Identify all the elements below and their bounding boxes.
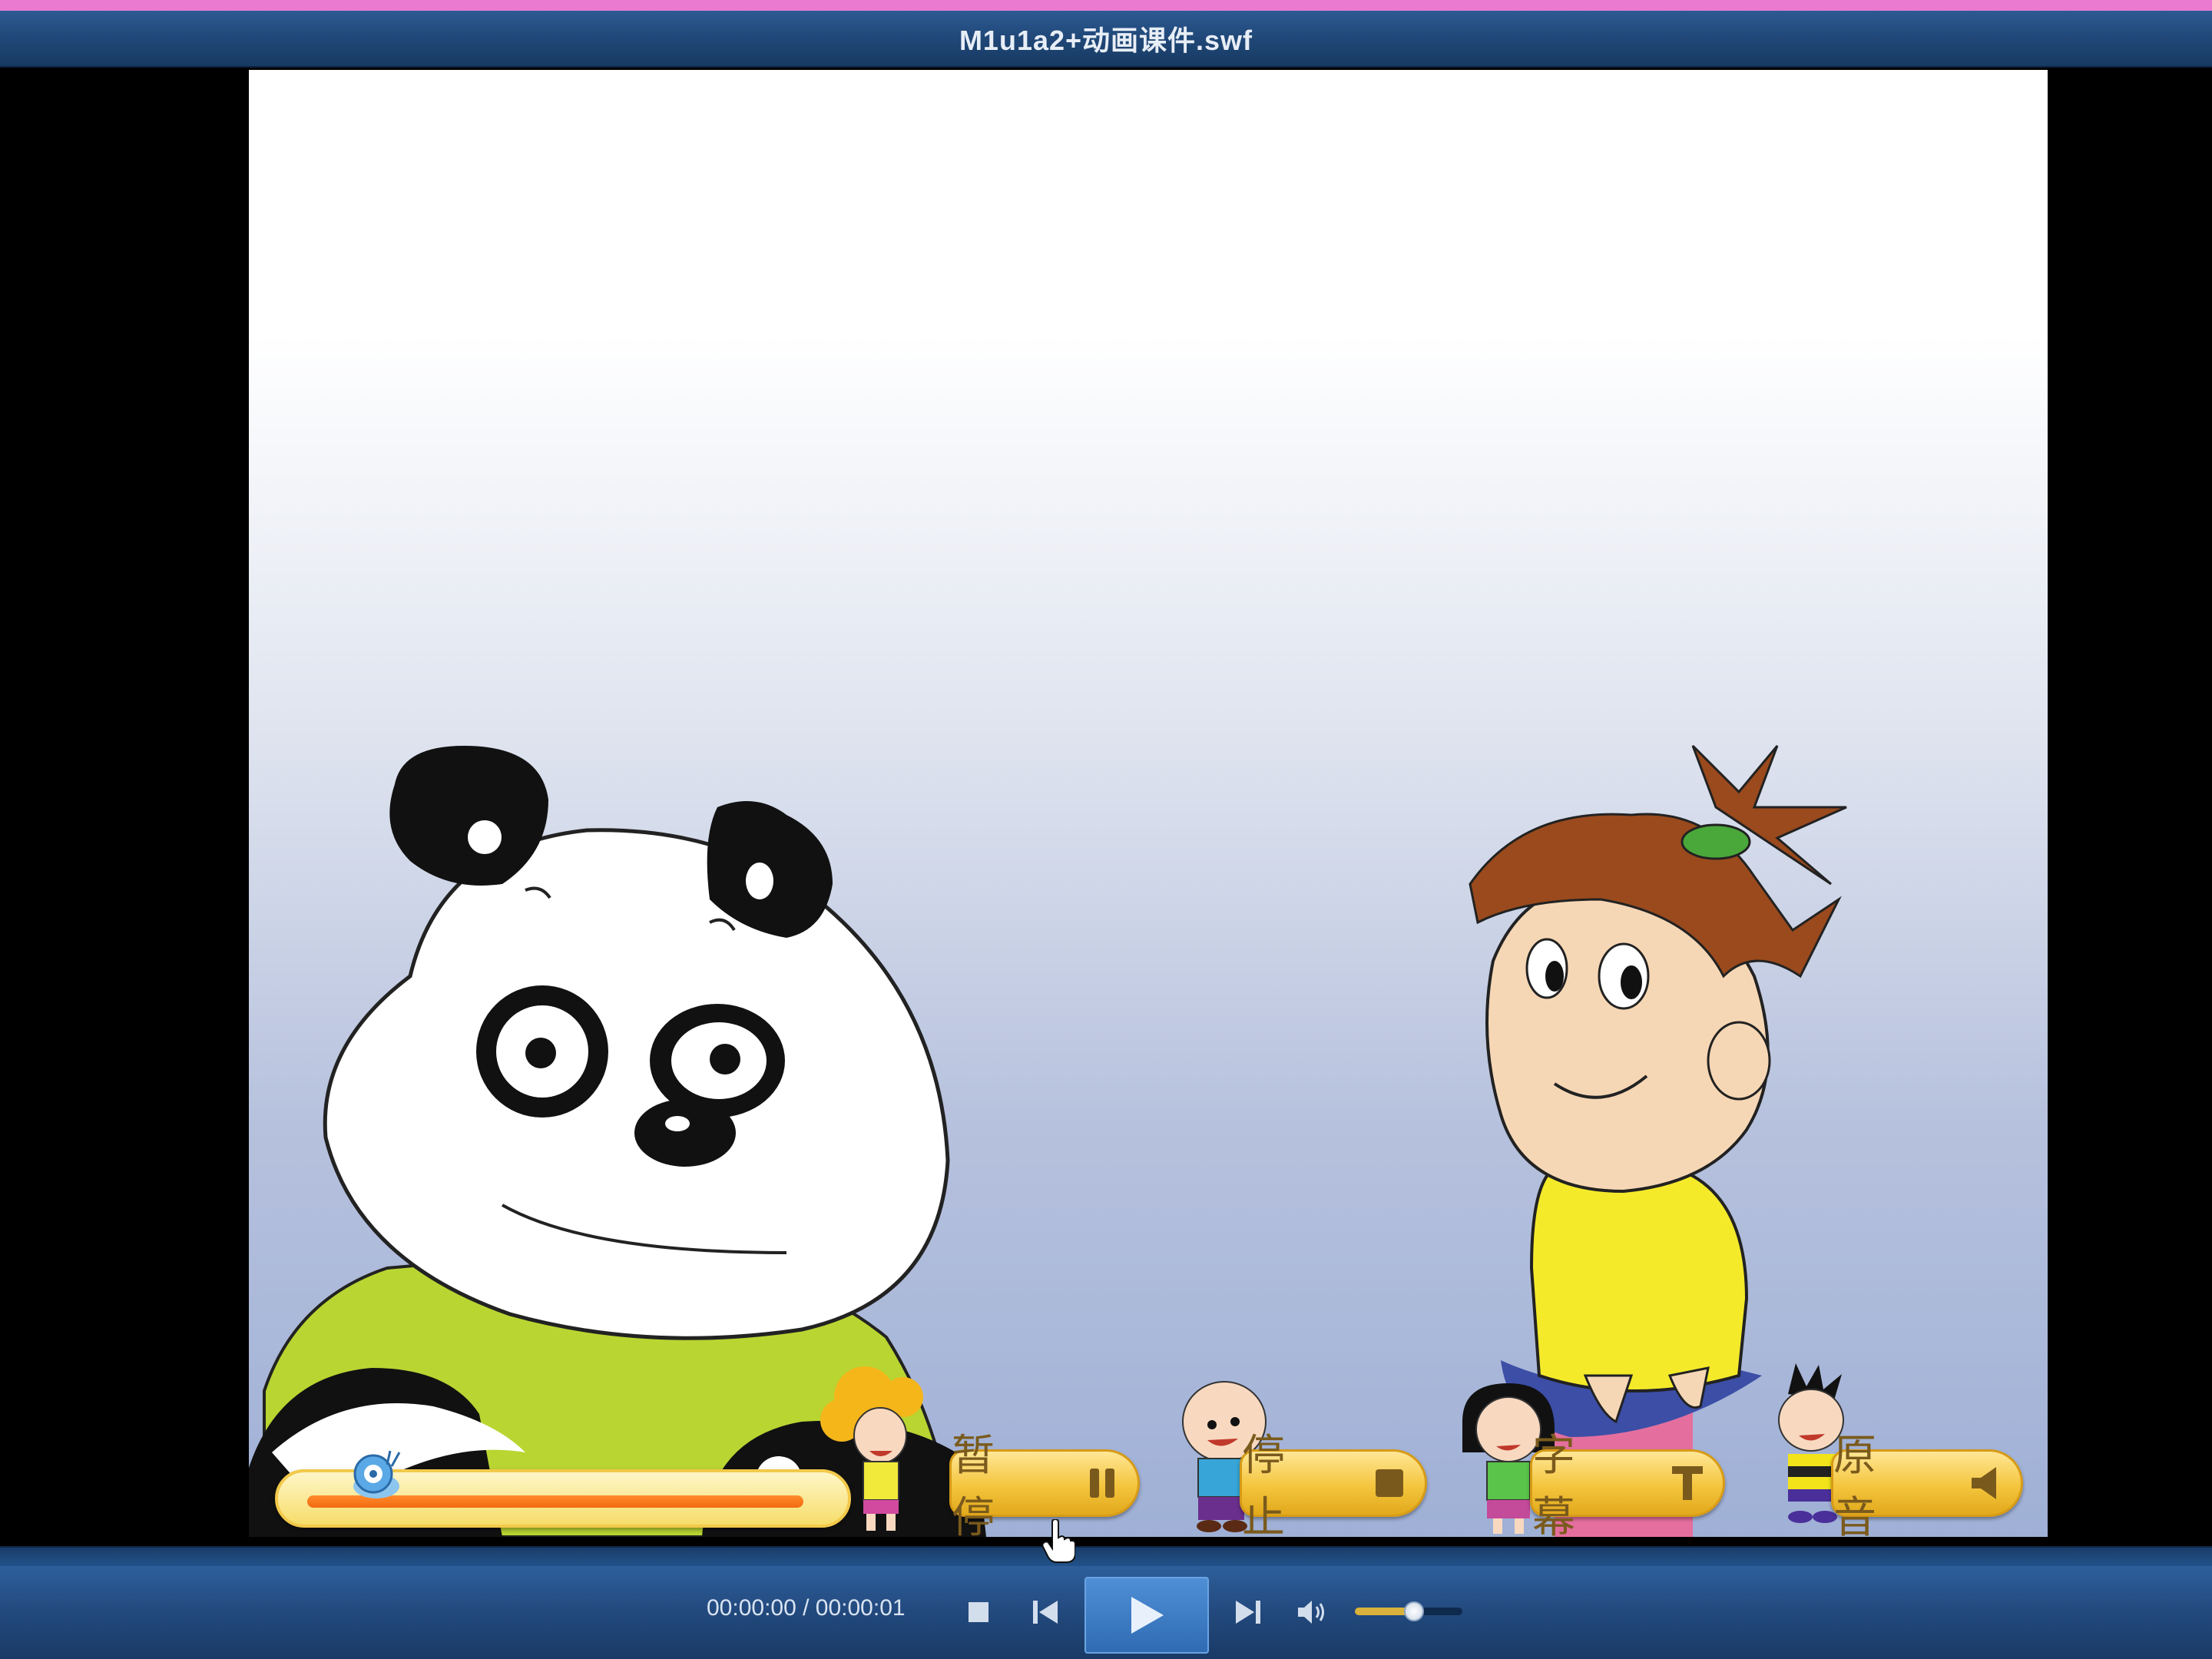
play-button[interactable] bbox=[1084, 1577, 1209, 1654]
speaker-course-icon bbox=[1970, 1465, 2001, 1501]
pause-course-button[interactable]: 暂 停 bbox=[949, 1431, 1140, 1537]
girl-mascot-icon bbox=[820, 1366, 923, 1531]
next-icon[interactable] bbox=[1232, 1597, 1264, 1628]
title-bar[interactable]: M1u1a2+动画课件.swf bbox=[0, 11, 2212, 68]
stop-course-label: 停 止 bbox=[1242, 1431, 1299, 1537]
original-audio-course-button[interactable]: 原 音 bbox=[1831, 1431, 2023, 1537]
speaker-icon[interactable] bbox=[1295, 1597, 1329, 1628]
subtitle-course-label: 字 幕 bbox=[1532, 1431, 1589, 1537]
stop-course-button[interactable]: 停 止 bbox=[1240, 1431, 1427, 1537]
pause-icon bbox=[1087, 1465, 1118, 1501]
snail-icon bbox=[353, 1450, 401, 1498]
stop-icon[interactable] bbox=[965, 1598, 992, 1626]
text-t-icon bbox=[1672, 1465, 1703, 1502]
original-audio-course-label: 原 音 bbox=[1833, 1431, 1890, 1537]
player-control-bar: 00:00:00 / 00:00:01 bbox=[0, 1566, 2212, 1659]
course-progress-bar[interactable] bbox=[275, 1450, 851, 1528]
subtitle-course-button[interactable]: 字 幕 bbox=[1530, 1431, 1725, 1537]
time-display: 00:00:00 / 00:00:01 bbox=[707, 1595, 906, 1621]
flash-stage[interactable]: 暂 停 停 止 字 幕 原 音 bbox=[249, 70, 2048, 1537]
window-title: M1u1a2+动画课件.swf bbox=[959, 25, 1253, 56]
play-icon bbox=[1131, 1597, 1164, 1634]
seek-bar[interactable] bbox=[0, 1546, 2212, 1566]
hand-cursor-icon bbox=[1041, 1519, 1075, 1563]
window-top-border bbox=[0, 0, 2212, 11]
stop-square-icon bbox=[1374, 1468, 1405, 1498]
volume-slider-knob[interactable] bbox=[1404, 1601, 1424, 1621]
cartoon-scene bbox=[249, 744, 1847, 1537]
video-area[interactable]: 暂 停 停 止 字 幕 原 音 bbox=[0, 68, 2212, 1546]
previous-icon[interactable] bbox=[1029, 1597, 1061, 1628]
